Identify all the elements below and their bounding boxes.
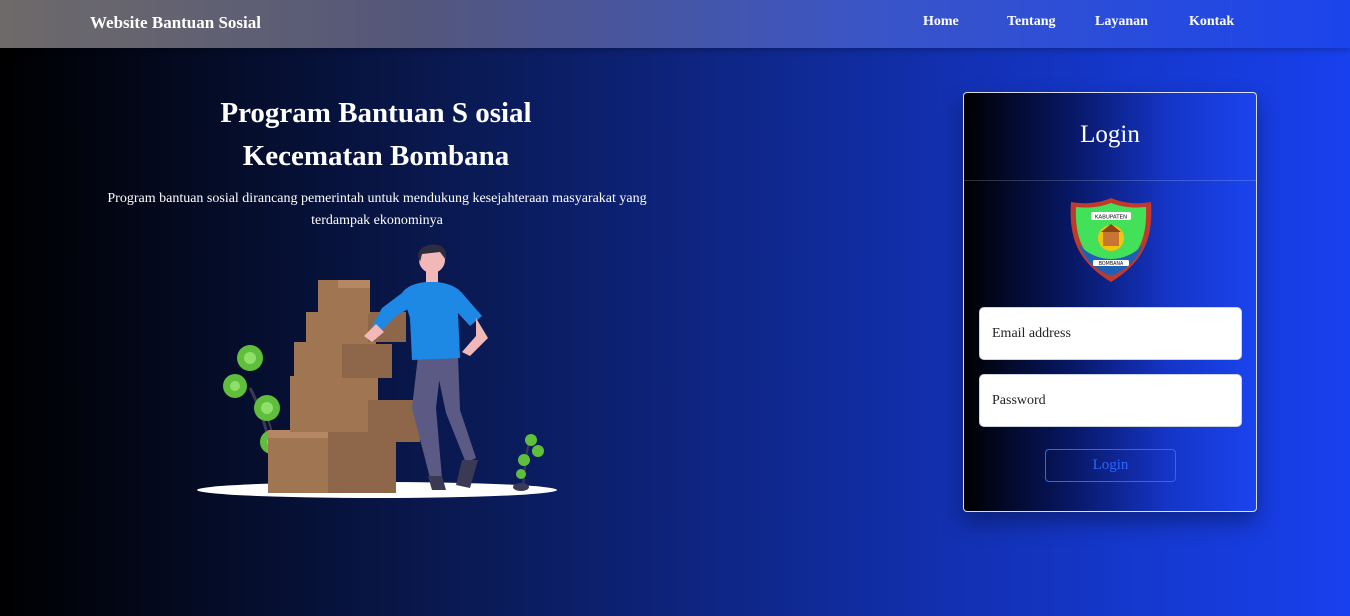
login-card: Login KABUPATEN BOMBANA Login [963,92,1257,512]
navbar: Website Bantuan Sosial Home Tentang Laya… [0,0,1350,48]
nav-link-tentang[interactable]: Tentang [1007,14,1056,30]
nav-link-layanan[interactable]: Layanan [1095,14,1148,30]
login-button[interactable]: Login [1045,449,1176,482]
hero-title-line1: Program Bantuan S osial [220,97,532,129]
password-field[interactable] [979,374,1242,427]
login-title: Login [1080,121,1140,148]
hero-title: Program Bantuan S osial Kecematan Bomban… [160,92,592,178]
nav-link-home[interactable]: Home [923,14,959,30]
kabupaten-bombana-emblem-icon: KABUPATEN BOMBANA [1070,198,1152,282]
hero-description: Program bantuan sosial dirancang pemerin… [107,191,647,228]
emblem-bottom-text: BOMBANA [1099,261,1124,267]
hero-title-line2: Kecematan Bombana [242,140,510,172]
card-divider [964,180,1256,181]
email-field[interactable] [979,307,1242,360]
delivery-person-illustration [197,244,557,498]
nav-link-kontak[interactable]: Kontak [1189,14,1234,30]
brand-link[interactable]: Website Bantuan Sosial [90,13,261,33]
emblem-top-text: KABUPATEN [1095,215,1127,221]
